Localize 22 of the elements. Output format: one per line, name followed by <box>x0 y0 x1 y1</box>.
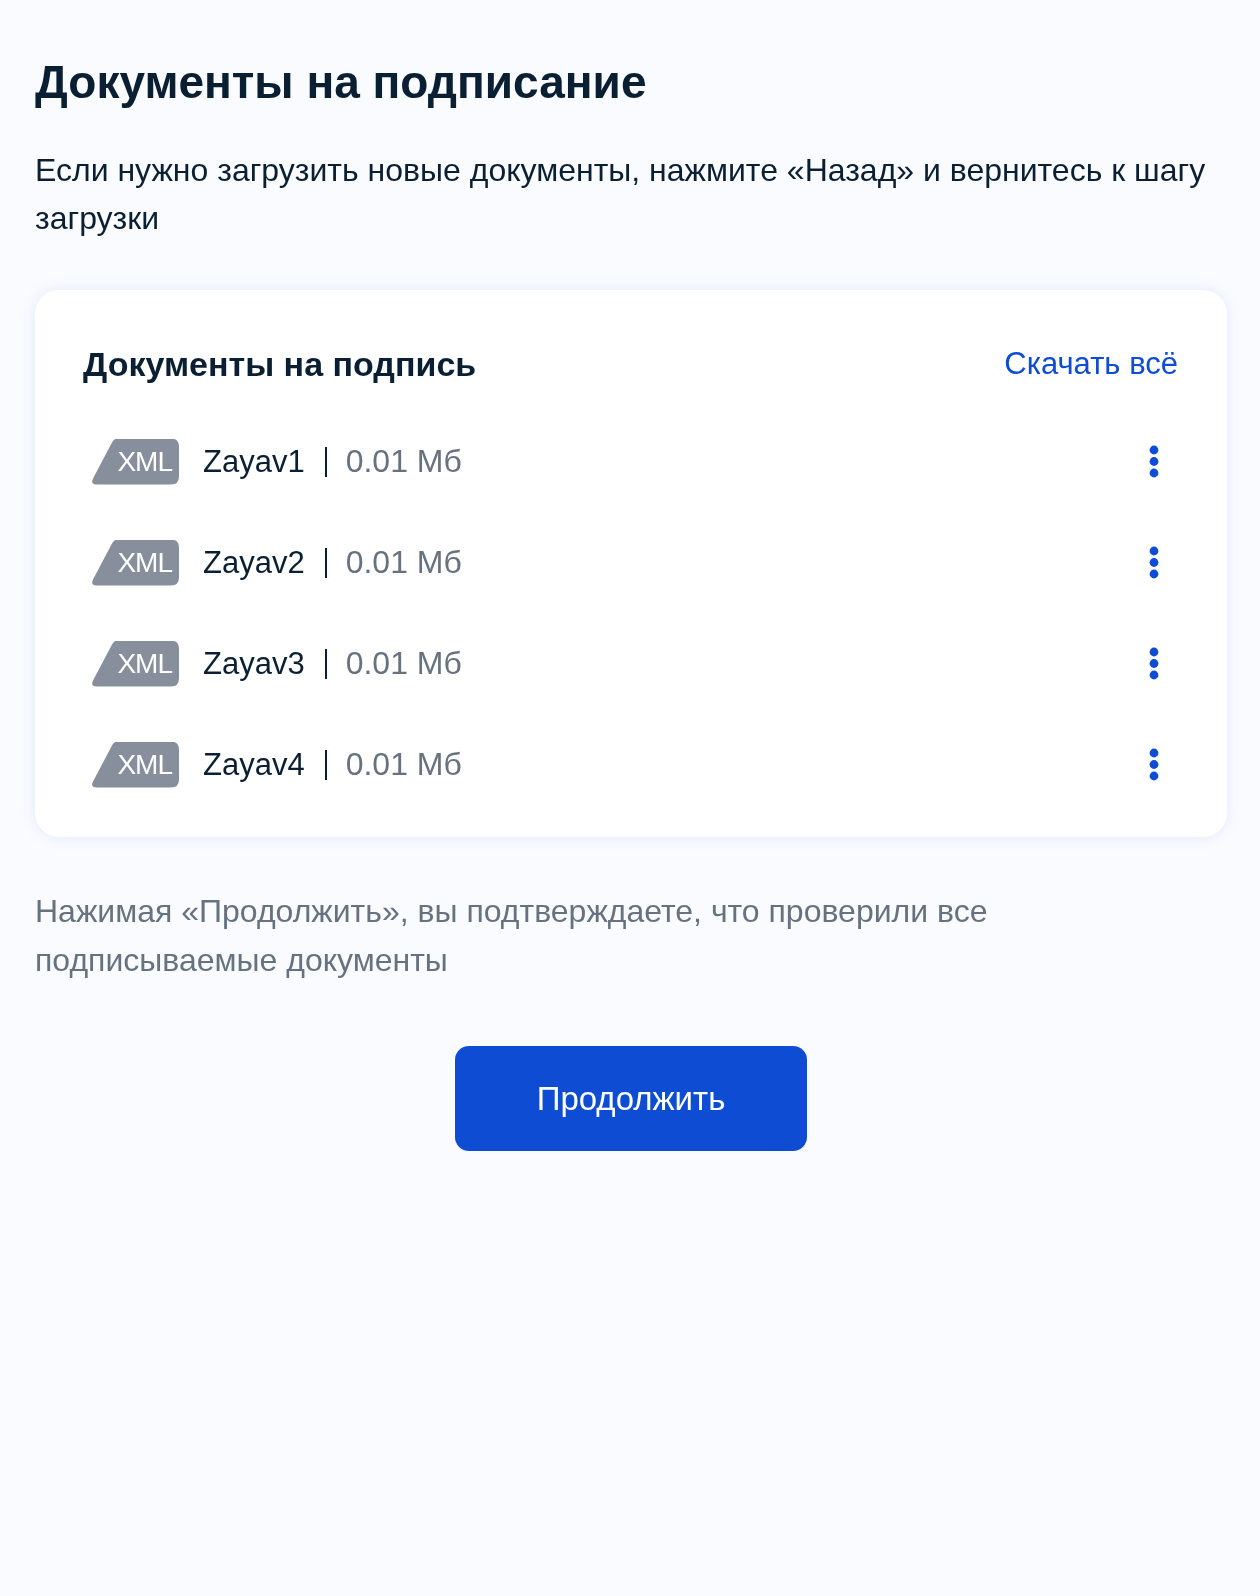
vertical-dots-icon <box>1149 748 1159 781</box>
file-size: 0.01 Мб <box>345 645 462 682</box>
page-description: Если нужно загрузить новые документы, нажмите «Назад» и вернитесь к шагу загрузки <box>35 151 1207 238</box>
file-name: Zayav2 <box>203 544 305 581</box>
vertical-dots-icon <box>1149 647 1159 680</box>
file-type-badge: XML <box>90 438 179 485</box>
file-type-badge: XML <box>90 539 179 586</box>
file-type-badge: XML <box>90 741 179 788</box>
file-size: 0.01 Мб <box>345 443 462 480</box>
file-name: Zayav4 <box>203 746 305 783</box>
file-size: 0.01 Мб <box>345 544 462 581</box>
continue-button[interactable]: Продолжить <box>455 1046 807 1151</box>
download-all-link[interactable]: Скачать всё <box>1004 344 1178 384</box>
vertical-dots-icon <box>1149 445 1159 478</box>
card-title: Документы на подпись <box>83 344 477 384</box>
confirmation-note: Нажимая «Продолжить», вы подтверждаете, что проверили все подписываемые документы <box>35 892 989 980</box>
file-type-badge: XML <box>90 640 179 687</box>
vertical-dots-icon <box>1149 546 1159 579</box>
page-title: Документы на подписание <box>35 56 648 108</box>
file-name: Zayav1 <box>203 443 305 480</box>
file-name: Zayav3 <box>203 645 305 682</box>
file-size: 0.01 Мб <box>345 746 462 783</box>
